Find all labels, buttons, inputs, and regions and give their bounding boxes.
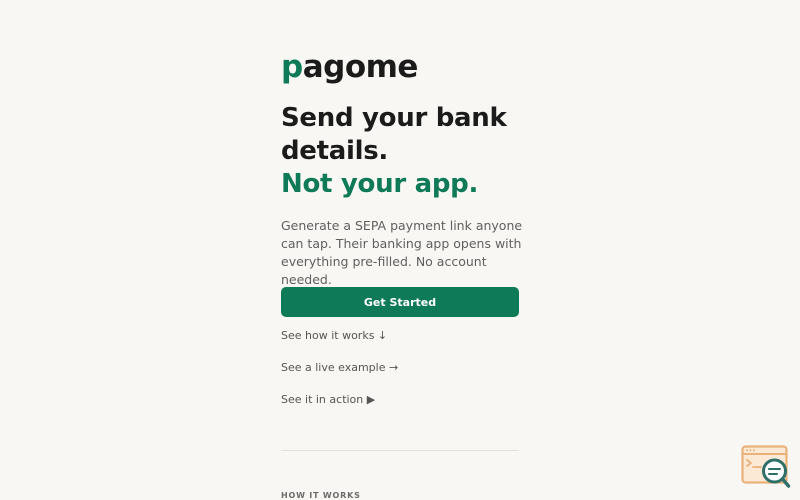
logo-accent-letter: p <box>281 49 303 85</box>
headline-line-3: Not your app. <box>281 169 479 199</box>
hero-description: Generate a SEPA payment link anyone can … <box>281 218 523 287</box>
section-divider <box>281 450 519 451</box>
how-it-works-heading: HOW IT WORKS <box>281 491 361 500</box>
hero-headline: Send your bank details. Not your app. <box>281 102 541 201</box>
headline-line-2: details. <box>281 136 388 166</box>
get-started-button[interactable]: Get Started <box>281 287 519 317</box>
headline-line-1: Send your bank <box>281 103 507 133</box>
see-in-action-link[interactable]: See it in action ▶ <box>281 393 375 406</box>
see-how-it-works-link[interactable]: See how it works ↓ <box>281 329 387 342</box>
brand-logo[interactable]: pagome <box>281 52 418 83</box>
landing-page: pagome Send your bank details. Not your … <box>0 0 800 500</box>
logo-text: agome <box>302 49 419 85</box>
browser-search-icon[interactable] <box>741 445 791 490</box>
see-live-example-link[interactable]: See a live example → <box>281 361 398 374</box>
